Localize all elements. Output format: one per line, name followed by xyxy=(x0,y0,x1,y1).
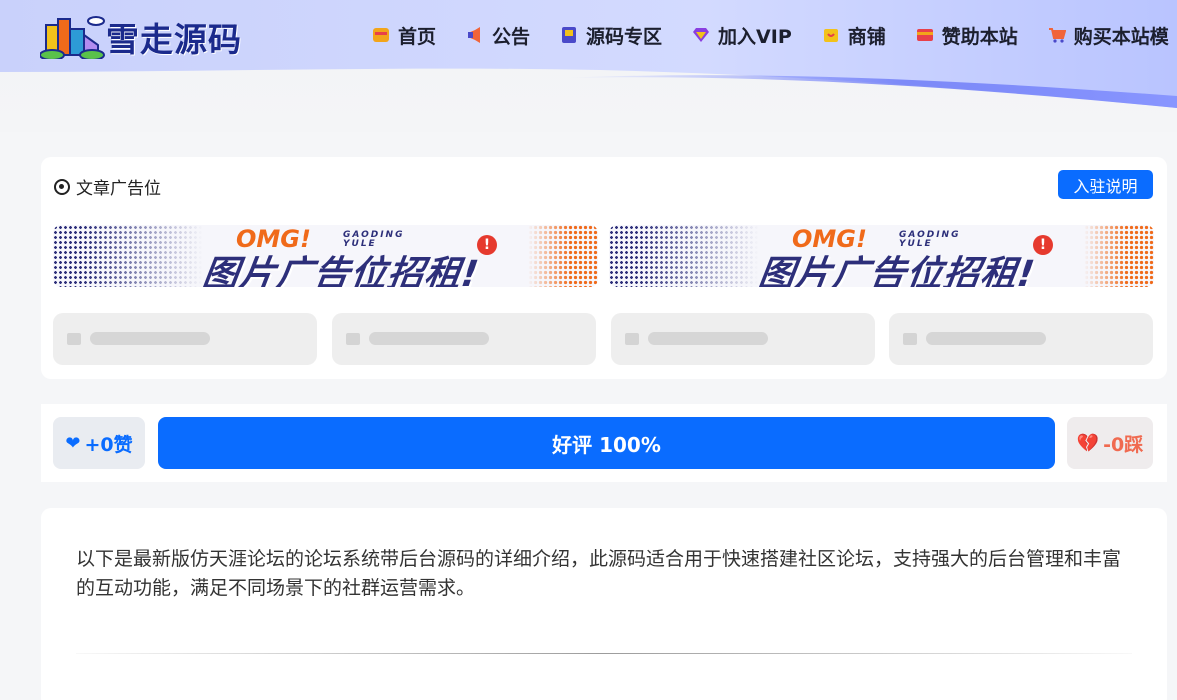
halftone-pattern xyxy=(528,225,598,287)
logo-city-icon xyxy=(40,16,105,59)
ad-section-title: 文章广告位 xyxy=(54,174,161,199)
nav-item-label: 加入VIP xyxy=(718,25,792,48)
loading-placeholder xyxy=(53,313,317,365)
nav-item-vip[interactable]: 加入VIP xyxy=(692,18,792,52)
image-placeholder-icon xyxy=(67,333,81,345)
article-intro-paragraph: 以下是最新版仿天涯论坛的论坛系统带后台源码的详细介绍，此源码适合用于快速搭建社区… xyxy=(76,548,1122,599)
halftone-pattern xyxy=(53,225,203,287)
like-count: +0赞 xyxy=(84,433,133,456)
halftone-pattern xyxy=(1084,225,1154,287)
article-content-card: 以下是最新版仿天涯论坛的论坛系统带后台源码的详细介绍，此源码适合用于快速搭建社区… xyxy=(41,508,1167,700)
image-placeholder-icon xyxy=(625,333,639,345)
nav-item-home[interactable]: 首页 xyxy=(372,18,436,52)
logo-text: 雪走源码 xyxy=(106,20,242,59)
nav-item-label: 公告 xyxy=(492,25,531,48)
diamond-icon xyxy=(693,28,710,42)
nav-item-label: 首页 xyxy=(398,25,437,48)
loading-placeholder xyxy=(889,313,1153,365)
shop-icon xyxy=(823,29,838,42)
exclamation-icon: ! xyxy=(1033,235,1053,255)
nav-item-label: 源码专区 xyxy=(586,25,663,48)
article-ad-card: 文章广告位 入驻说明 OMG! GAODING YULE 图片广告位招租! ! … xyxy=(41,157,1167,379)
rating-score-button[interactable]: 好评 100% xyxy=(158,417,1055,469)
text-placeholder xyxy=(648,332,768,345)
loading-placeholder xyxy=(611,313,875,365)
image-placeholder-icon xyxy=(346,333,360,345)
banner-main-text: 图片广告位招租! xyxy=(755,254,1038,287)
text-placeholder xyxy=(90,332,210,345)
halftone-pattern xyxy=(609,225,759,287)
nav-item-label: 购买本站模 xyxy=(1073,25,1169,48)
site-header: 雪走源码 首页 公告 源码专区 加入VIP 商铺 赞助本站 购买本站模 xyxy=(0,0,1177,132)
join-instructions-button[interactable]: 入驻说明 xyxy=(1058,170,1153,199)
nav-item-announcement[interactable]: 公告 xyxy=(466,18,530,52)
exclamation-icon: ! xyxy=(477,235,497,255)
ad-title-label: 文章广告位 xyxy=(76,179,161,199)
nav-item-buy-site[interactable]: 购买本站模 xyxy=(1048,18,1169,52)
ad-banner[interactable]: OMG! GAODING YULE 图片广告位招租! ! xyxy=(53,225,598,287)
text-placeholder xyxy=(926,332,1046,345)
eye-icon xyxy=(54,178,70,195)
heart-icon: ❤ xyxy=(65,432,81,454)
loading-placeholder xyxy=(332,313,596,365)
broken-heart-icon: 💔 xyxy=(1076,432,1100,454)
vote-bar: ❤ +0赞 好评 100% 💔 -0踩 xyxy=(41,404,1167,482)
nav-item-shop[interactable]: 商铺 xyxy=(822,18,886,52)
book-icon xyxy=(562,27,577,43)
megaphone-icon xyxy=(468,27,481,43)
nav-item-sponsor[interactable]: 赞助本站 xyxy=(916,18,1018,52)
ad-banner[interactable]: OMG! GAODING YULE 图片广告位招租! ! xyxy=(609,225,1154,287)
nav-item-source-code[interactable]: 源码专区 xyxy=(560,18,662,52)
cart-icon xyxy=(1048,28,1066,43)
banner-main-text: 图片广告位招租! xyxy=(199,254,482,287)
card-icon xyxy=(916,29,933,41)
main-nav: 首页 公告 源码专区 加入VIP 商铺 赞助本站 购买本站模 xyxy=(372,18,1177,52)
image-placeholder-icon xyxy=(903,333,917,345)
text-placeholder xyxy=(369,332,489,345)
nav-item-label: 赞助本站 xyxy=(941,25,1018,48)
dislike-count: -0踩 xyxy=(1103,433,1144,456)
dislike-button[interactable]: 💔 -0踩 xyxy=(1067,417,1153,469)
nav-item-label: 商铺 xyxy=(847,25,886,48)
home-icon xyxy=(373,28,389,42)
section-divider xyxy=(76,653,1132,654)
site-logo[interactable]: 雪走源码 xyxy=(40,13,242,61)
like-button[interactable]: ❤ +0赞 xyxy=(53,417,145,469)
